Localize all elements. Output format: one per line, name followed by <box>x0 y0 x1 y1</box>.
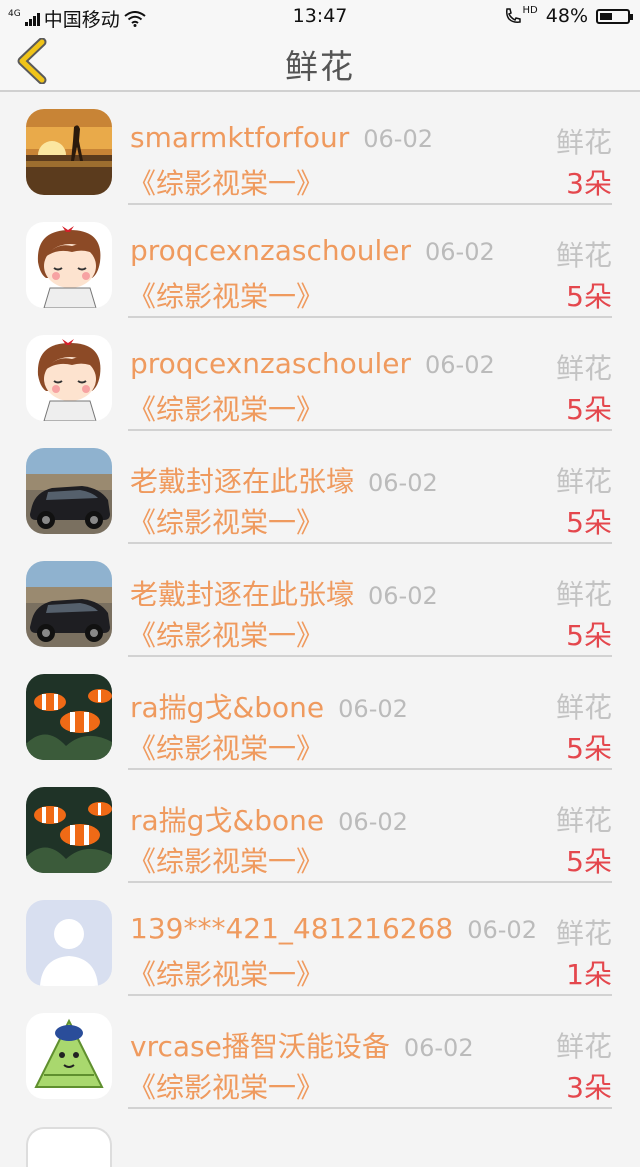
sender-name-text: ra揣g戈&bone <box>130 691 325 724</box>
show-title: 《综影视棠一》 <box>128 619 325 652</box>
gift-count: 5朵 <box>566 506 612 539</box>
list-item[interactable]: ra揣g戈&bone 06-02 《综影视棠一》 鲜花 5朵 <box>0 770 640 883</box>
gift-count: 1朵 <box>566 958 612 991</box>
avatar[interactable] <box>26 674 112 760</box>
gift-date: 06-02 <box>425 351 495 379</box>
avatar[interactable] <box>26 448 112 534</box>
show-title: 《综影视棠一》 <box>128 280 325 313</box>
avatar[interactable] <box>26 1013 112 1099</box>
status-bar: 4G 中国移动 13:47 HD 48% <box>0 0 640 32</box>
show-title: 《综影视棠一》 <box>128 506 325 539</box>
avatar[interactable] <box>26 222 112 308</box>
gift-date: 06-02 <box>403 1034 474 1062</box>
sender-name-text: vrcase播智沃能设备 <box>130 1030 390 1063</box>
list-item[interactable]: proqcexnzaschouler 06-02 《综影视棠一》 鲜花 5朵 <box>0 318 640 431</box>
sender-name-text: proqcexnzaschouler <box>130 234 411 267</box>
battery-percent: 48% <box>545 5 588 27</box>
list-item[interactable]: smarmktforfour 06-02 《综影视棠一》 鲜花 3朵 <box>0 92 640 205</box>
avatar[interactable] <box>26 561 112 647</box>
status-right: HD 48% <box>503 5 633 27</box>
list-item[interactable]: ra揣g戈&bone 06-02 《综影视棠一》 鲜花 5朵 <box>0 657 640 770</box>
gift-date: 06-02 <box>425 238 495 266</box>
gift-type: 鲜花 <box>555 691 612 724</box>
avatar[interactable] <box>26 900 112 986</box>
gift-date: 06-02 <box>338 808 408 836</box>
gift-count: 5朵 <box>566 619 612 652</box>
hd-badge: HD <box>522 5 538 16</box>
show-title: 《综影视棠一》 <box>128 393 325 426</box>
gift-date: 06-02 <box>338 695 408 723</box>
gift-type: 鲜花 <box>555 1030 612 1063</box>
gift-date: 06-02 <box>368 469 438 497</box>
sender-name-text: 老戴封逐在此张壕 <box>130 578 355 611</box>
sender-name-text: proqcexnzaschouler <box>130 347 411 380</box>
list-item[interactable]: proqcexnzaschouler 06-02 《综影视棠一》 鲜花 5朵 <box>0 205 640 318</box>
gift-count: 5朵 <box>566 732 612 765</box>
sender-name: 老戴封逐在此张壕 06-02 <box>130 460 438 500</box>
sender-name: 老戴封逐在此张壕 06-02 <box>130 573 438 613</box>
avatar[interactable] <box>26 109 112 195</box>
show-title: 《综影视棠一》 <box>128 845 325 878</box>
battery-icon <box>596 8 633 24</box>
avatar[interactable] <box>26 787 112 873</box>
nav-bar: 鲜花 <box>0 32 640 92</box>
gift-type: 鲜花 <box>555 465 612 498</box>
list-item[interactable]: 老戴封逐在此张壕 06-02 《综影视棠一》 鲜花 5朵 <box>0 544 640 657</box>
sender-name: ra揣g戈&bone 06-02 <box>130 799 408 839</box>
sender-name: smarmktforfour 06-02 <box>130 121 433 154</box>
show-title: 《综影视棠一》 <box>128 167 325 200</box>
list-item[interactable]: vrcase播智沃能设备 06-02 《综影视棠一》 鲜花 3朵 <box>0 996 640 1109</box>
gift-date: 06-02 <box>363 125 434 153</box>
gift-date: 06-02 <box>467 916 537 944</box>
sender-name: ra揣g戈&bone 06-02 <box>130 686 408 726</box>
sender-name-text: ra揣g戈&bone <box>130 804 325 837</box>
list-item[interactable]: 139***421_481216268 06-02 《综影视棠一》 鲜花 1朵 <box>0 883 640 996</box>
gift-type: 鲜花 <box>555 126 612 159</box>
sender-name: proqcexnzaschouler 06-02 <box>130 234 495 267</box>
sender-name-text: 老戴封逐在此张壕 <box>130 465 355 498</box>
gift-type: 鲜花 <box>555 578 612 611</box>
gift-count: 5朵 <box>566 280 612 313</box>
battery-fill <box>600 12 613 20</box>
sender-name-text: smarmktforfour <box>130 121 350 154</box>
sender-name-text: 139***421_481216268 <box>130 912 454 945</box>
divider <box>128 1107 612 1109</box>
avatar[interactable] <box>26 1127 112 1167</box>
sender-name: 139***421_481216268 06-02 <box>130 912 537 945</box>
gift-type: 鲜花 <box>555 804 612 837</box>
gift-record-list: smarmktforfour 06-02 《综影视棠一》 鲜花 3朵 proqce… <box>0 92 640 1109</box>
gift-type: 鲜花 <box>555 352 612 385</box>
page-title: 鲜花 <box>285 47 355 86</box>
gift-type: 鲜花 <box>555 917 612 950</box>
gift-count: 5朵 <box>566 393 612 426</box>
show-title: 《综影视棠一》 <box>128 732 325 765</box>
show-title: 《综影视棠一》 <box>128 1071 325 1104</box>
gift-count: 3朵 <box>566 1071 612 1104</box>
gift-date: 06-02 <box>368 582 438 610</box>
gift-count: 5朵 <box>566 845 612 878</box>
sender-name: proqcexnzaschouler 06-02 <box>130 347 495 380</box>
sender-name: vrcase播智沃能设备 06-02 <box>130 1025 474 1065</box>
avatar[interactable] <box>26 335 112 421</box>
hd-call-icon: HD <box>503 6 538 26</box>
show-title: 《综影视棠一》 <box>128 958 325 991</box>
gift-type: 鲜花 <box>555 239 612 272</box>
gift-count: 3朵 <box>566 167 612 200</box>
list-item[interactable]: 老戴封逐在此张壕 06-02 《综影视棠一》 鲜花 5朵 <box>0 431 640 544</box>
